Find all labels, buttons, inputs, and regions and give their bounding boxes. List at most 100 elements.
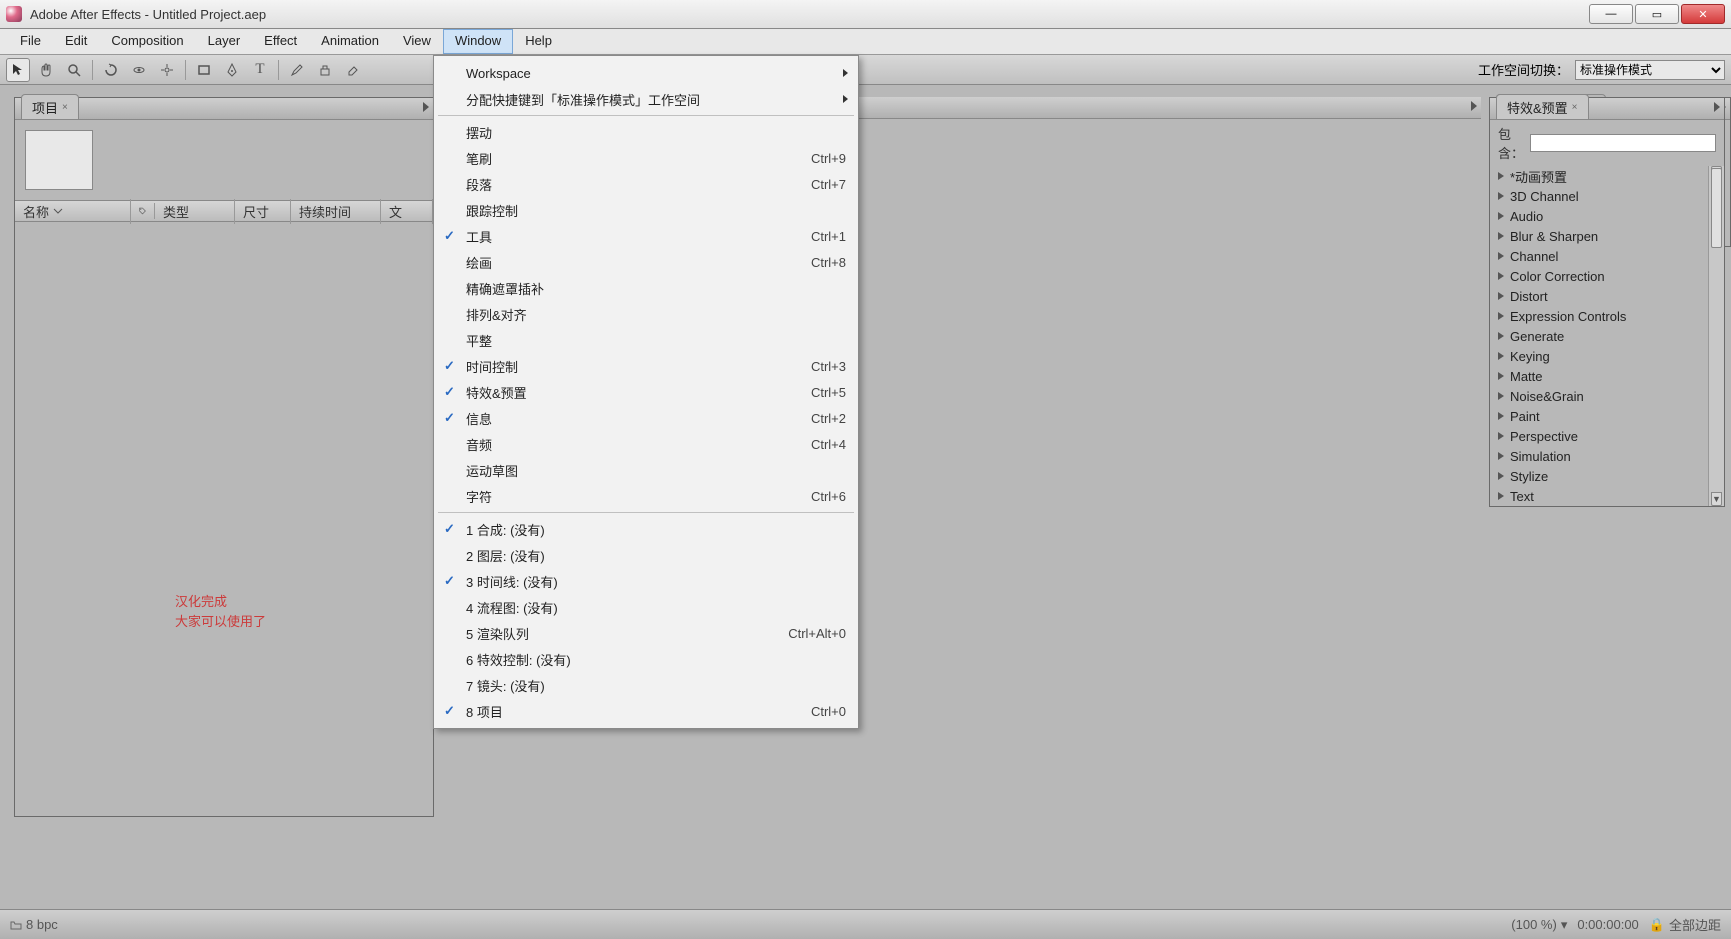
project-tab[interactable]: 项目 × <box>21 94 79 119</box>
workspace-label: 工作空间切换： <box>1478 60 1569 79</box>
clone-tool[interactable] <box>313 58 337 82</box>
col-tag[interactable] <box>131 203 155 219</box>
col-name[interactable]: 名称 <box>15 199 131 224</box>
menu-item[interactable]: 音频Ctrl+4 <box>434 431 858 457</box>
menu-item[interactable]: ✓特效&预置Ctrl+5 <box>434 379 858 405</box>
menu-view[interactable]: View <box>391 29 443 54</box>
menu-shortcut: Ctrl+0 <box>811 704 846 719</box>
menu-item[interactable]: 5 渲染队列Ctrl+Alt+0 <box>434 620 858 646</box>
menu-item[interactable]: 跟踪控制 <box>434 197 858 223</box>
menu-item[interactable]: Workspace <box>434 60 858 86</box>
toolbar: T 工作空间切换： 标准操作模式 <box>0 55 1731 85</box>
menu-composition[interactable]: Composition <box>99 29 195 54</box>
menu-file[interactable]: File <box>8 29 53 54</box>
rotate-tool[interactable] <box>99 58 123 82</box>
check-icon: ✓ <box>444 358 455 374</box>
fx-category[interactable]: Text <box>1490 486 1724 506</box>
scroll-down-icon[interactable]: ▼ <box>1711 492 1722 506</box>
menu-layer[interactable]: Layer <box>196 29 253 54</box>
menu-effect[interactable]: Effect <box>252 29 309 54</box>
menu-item[interactable]: 绘画Ctrl+8 <box>434 249 858 275</box>
menu-animation[interactable]: Animation <box>309 29 391 54</box>
menu-item[interactable]: 字符Ctrl+6 <box>434 483 858 509</box>
fx-category[interactable]: Simulation <box>1490 446 1724 466</box>
col-duration[interactable]: 持续时间 <box>291 199 381 224</box>
menu-item-label: 特效&预置 <box>466 383 527 402</box>
fx-category[interactable]: Blur & Sharpen <box>1490 226 1724 246</box>
minimize-button[interactable]: — <box>1589 4 1633 24</box>
fx-search-input[interactable] <box>1530 134 1716 152</box>
menu-item[interactable]: 4 流程图: (没有) <box>434 594 858 620</box>
sb-bpc[interactable]: 8 bpc <box>10 917 58 932</box>
close-icon[interactable]: × <box>62 102 68 113</box>
maximize-button[interactable]: ▭ <box>1635 4 1679 24</box>
hand-tool[interactable] <box>34 58 58 82</box>
brush-tool[interactable] <box>285 58 309 82</box>
menu-item[interactable]: ✓1 合成: (没有) <box>434 516 858 542</box>
fx-category[interactable]: Generate <box>1490 326 1724 346</box>
panel-flyout-icon[interactable] <box>423 102 429 112</box>
pen-tool[interactable] <box>220 58 244 82</box>
orbit-tool[interactable] <box>127 58 151 82</box>
panel-flyout-icon[interactable] <box>1714 102 1720 112</box>
menu-item[interactable]: 平整 <box>434 327 858 353</box>
sb-view[interactable]: 🔒 全部边距 <box>1649 915 1721 934</box>
menu-item[interactable]: ✓8 项目Ctrl+0 <box>434 698 858 724</box>
menu-item[interactable]: 段落Ctrl+7 <box>434 171 858 197</box>
scrollbar-thumb[interactable] <box>1711 168 1722 248</box>
zoom-tool[interactable] <box>62 58 86 82</box>
project-columns: 名称 类型 尺寸 持续时间 文 <box>15 200 433 222</box>
close-button[interactable]: ✕ <box>1681 4 1725 24</box>
fx-category[interactable]: *动画预置 <box>1490 166 1724 186</box>
menu-item[interactable]: ✓信息Ctrl+2 <box>434 405 858 431</box>
text-tool[interactable]: T <box>248 58 272 82</box>
menu-item[interactable]: ✓时间控制Ctrl+3 <box>434 353 858 379</box>
eraser-tool[interactable] <box>341 58 365 82</box>
menu-shortcut: Ctrl+4 <box>811 437 846 452</box>
menu-window[interactable]: Window <box>443 29 513 54</box>
close-icon[interactable]: × <box>1572 102 1578 113</box>
fx-category[interactable]: Channel <box>1490 246 1724 266</box>
menu-item[interactable]: 排列&对齐 <box>434 301 858 327</box>
menu-item[interactable]: 运动草图 <box>434 457 858 483</box>
menu-item-label: 信息 <box>466 409 492 428</box>
fx-category[interactable]: Stylize <box>1490 466 1724 486</box>
fx-category[interactable]: Distort <box>1490 286 1724 306</box>
fx-scrollbar[interactable]: ▲ ▼ <box>1708 166 1724 506</box>
fx-tab[interactable]: 特效&预置 × <box>1496 94 1589 119</box>
menu-item[interactable]: ✓工具Ctrl+1 <box>434 223 858 249</box>
fx-category[interactable]: Noise&Grain <box>1490 386 1724 406</box>
fx-category[interactable]: Keying <box>1490 346 1724 366</box>
sb-zoom[interactable]: (100 %)▾ <box>1511 917 1567 933</box>
check-icon: ✓ <box>444 521 455 537</box>
col-file[interactable]: 文 <box>381 199 433 224</box>
menu-item[interactable]: 分配快捷键到「标准操作模式」工作空间 <box>434 86 858 112</box>
fx-category[interactable]: Color Correction <box>1490 266 1724 286</box>
selection-tool[interactable] <box>6 58 30 82</box>
menu-edit[interactable]: Edit <box>53 29 99 54</box>
col-size[interactable]: 尺寸 <box>235 199 291 224</box>
menu-item[interactable]: 7 镜头: (没有) <box>434 672 858 698</box>
menubar: FileEditCompositionLayerEffectAnimationV… <box>0 29 1731 55</box>
workspace-select[interactable]: 标准操作模式 <box>1575 60 1725 80</box>
fx-category[interactable]: Matte <box>1490 366 1724 386</box>
panel-flyout-icon[interactable] <box>1471 101 1477 111</box>
rectangle-tool[interactable] <box>192 58 216 82</box>
menu-item[interactable]: 6 特效控制: (没有) <box>434 646 858 672</box>
fx-category[interactable]: Audio <box>1490 206 1724 226</box>
fx-category[interactable]: Expression Controls <box>1490 306 1724 326</box>
pan-behind-tool[interactable] <box>155 58 179 82</box>
menu-item[interactable]: ✓3 时间线: (没有) <box>434 568 858 594</box>
fx-category[interactable]: 3D Channel <box>1490 186 1724 206</box>
fx-category[interactable]: Perspective <box>1490 426 1724 446</box>
col-type[interactable]: 类型 <box>155 199 235 224</box>
menu-shortcut: Ctrl+8 <box>811 255 846 270</box>
fx-category[interactable]: Paint <box>1490 406 1724 426</box>
menu-item[interactable]: 精确遮罩插补 <box>434 275 858 301</box>
sb-timecode[interactable]: 0:00:00:00 <box>1577 917 1638 932</box>
menu-item[interactable]: 2 图层: (没有) <box>434 542 858 568</box>
menu-help[interactable]: Help <box>513 29 564 54</box>
menu-item[interactable]: 摆动 <box>434 119 858 145</box>
triangle-right-icon <box>1498 192 1504 200</box>
menu-item[interactable]: 笔刷Ctrl+9 <box>434 145 858 171</box>
